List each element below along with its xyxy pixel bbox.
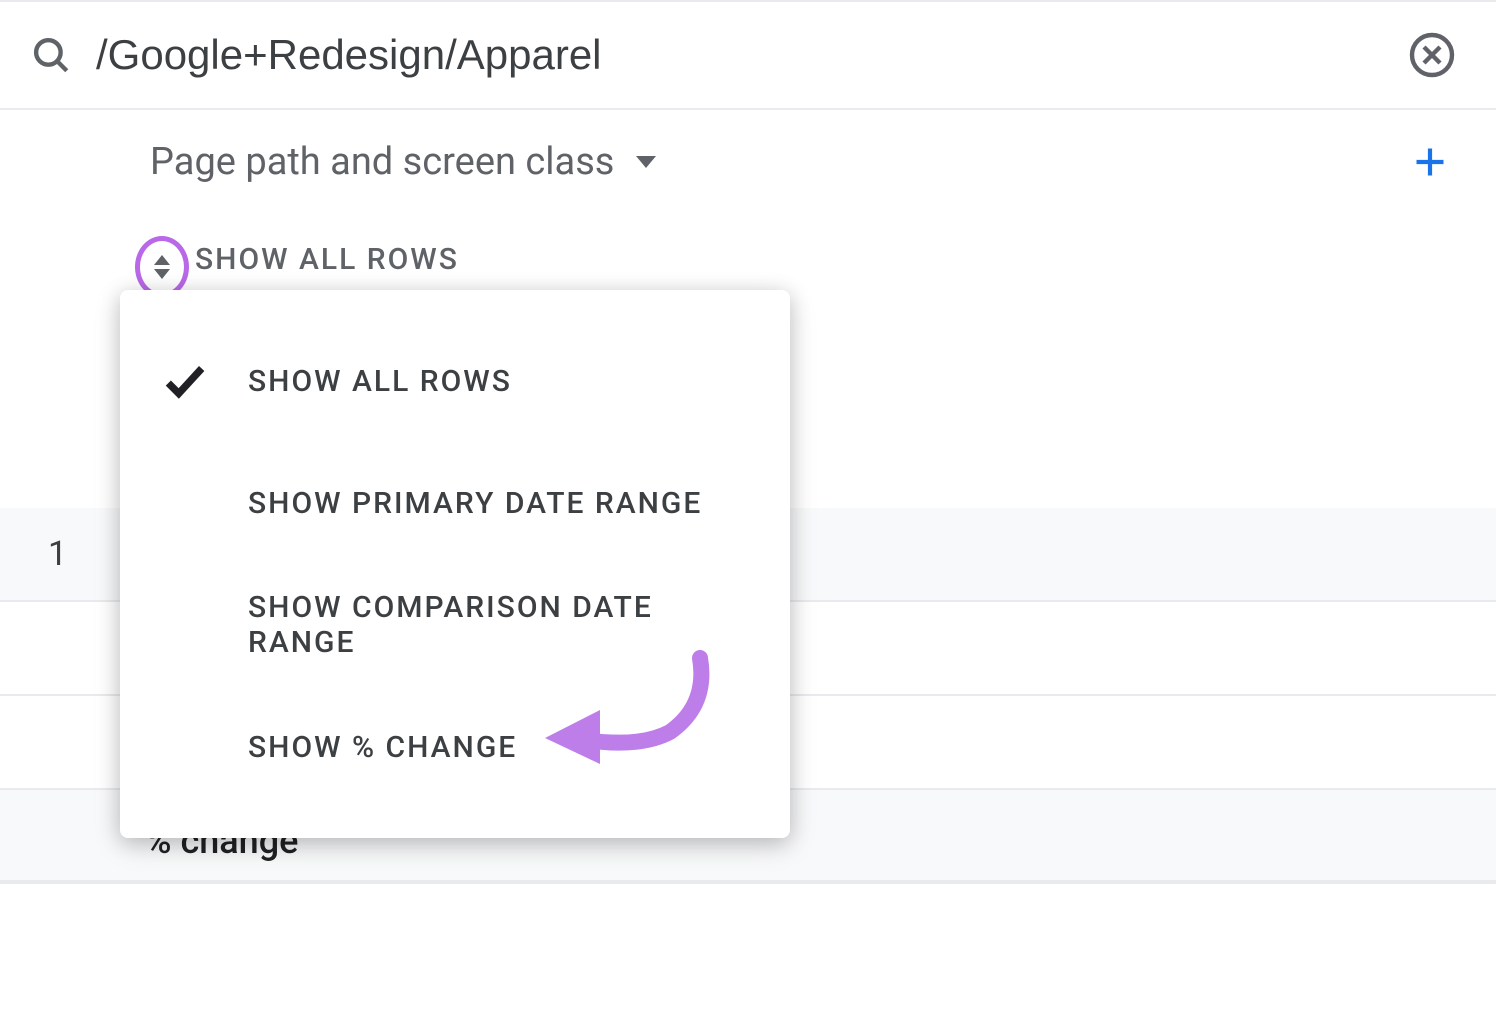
menu-item-label: SHOW COMPARISON DATE RANGE <box>248 590 750 660</box>
search-icon <box>30 34 72 76</box>
chevron-down-icon <box>154 269 170 279</box>
menu-item-label: SHOW % CHANGE <box>248 730 517 765</box>
check-icon <box>160 356 210 406</box>
search-input[interactable] <box>96 31 1408 79</box>
row-selector-area: SHOW ALL ROWS <box>0 208 1496 277</box>
menu-item-label: SHOW ALL ROWS <box>248 364 512 399</box>
menu-item-show-primary-date-range[interactable]: SHOW PRIMARY DATE RANGE <box>120 442 790 564</box>
divider <box>0 880 1496 882</box>
row-selector-label: SHOW ALL ROWS <box>195 242 459 277</box>
search-bar <box>0 0 1496 110</box>
dimension-label: Page path and screen class <box>150 140 614 184</box>
row-display-toggle[interactable] <box>135 236 189 298</box>
chevron-up-icon <box>154 255 170 265</box>
menu-item-label: SHOW PRIMARY DATE RANGE <box>248 486 702 521</box>
menu-item-show-percent-change[interactable]: SHOW % CHANGE <box>120 686 790 808</box>
chevron-down-icon <box>636 156 656 168</box>
row-index: 1 <box>48 534 67 574</box>
menu-item-show-comparison-date-range[interactable]: SHOW COMPARISON DATE RANGE <box>120 564 790 686</box>
clear-search-button[interactable] <box>1408 31 1456 79</box>
row-display-dropdown-menu: SHOW ALL ROWS SHOW PRIMARY DATE RANGE SH… <box>120 290 790 838</box>
dimension-row: Page path and screen class <box>0 110 1496 208</box>
add-dimension-button[interactable] <box>1412 144 1448 180</box>
menu-item-show-all-rows[interactable]: SHOW ALL ROWS <box>120 320 790 442</box>
dimension-dropdown[interactable]: Page path and screen class <box>150 140 656 184</box>
